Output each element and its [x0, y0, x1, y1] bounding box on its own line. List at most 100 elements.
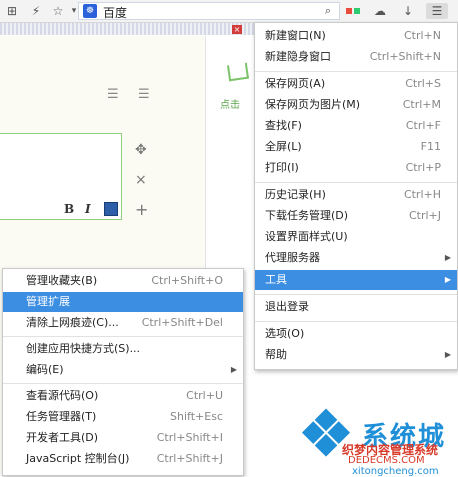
menu-label: 设置界面样式(U): [265, 230, 348, 243]
watermark-line2: DEDECMS.COM: [348, 455, 425, 466]
menu-label: 开发者工具(D): [26, 431, 99, 444]
tools-clear-history[interactable]: 清除上网痕迹(C)... Ctrl+Shift+Del: [3, 313, 243, 333]
menu-help[interactable]: 帮助 ▶: [255, 345, 457, 365]
green-hint-text: 点击: [220, 100, 240, 111]
tools-js-console[interactable]: JavaScript 控制台(J) Ctrl+Shift+J: [3, 449, 243, 469]
menu-shortcut: F11: [420, 140, 441, 153]
address-text: 百度: [103, 6, 128, 20]
watermark: 系统城 织梦内容管理系统 DEDECMS.COM xitongcheng.com: [300, 408, 458, 477]
menu-separator: [255, 71, 457, 72]
menu-shortcut: Ctrl+F: [405, 119, 441, 132]
submenu-arrow-icon: ▶: [444, 253, 451, 262]
menu-new-incognito[interactable]: 新建隐身窗口 Ctrl+Shift+N: [255, 47, 457, 67]
menu-print[interactable]: 打印(I) Ctrl+P: [255, 158, 457, 178]
star-icon[interactable]: ☆: [50, 3, 66, 19]
menu-shortcut: Shift+Esc: [170, 410, 223, 423]
menu-interface-style[interactable]: 设置界面样式(U): [255, 227, 457, 247]
menu-options[interactable]: 选项(O): [255, 324, 457, 344]
menu-label: 管理扩展: [26, 295, 70, 308]
menu-label: 清除上网痕迹(C)...: [26, 316, 119, 329]
tools-encoding[interactable]: 编码(E) ▶: [3, 360, 243, 380]
menu-save-page[interactable]: 保存网页(A) Ctrl+S: [255, 74, 457, 94]
menu-label: 新建窗口(N): [265, 29, 326, 42]
menu-proxy[interactable]: 代理服务器 ▶: [255, 248, 457, 268]
ordered-list-icon[interactable]: ☰: [107, 87, 119, 102]
menu-shortcut: Ctrl+Shift+I: [156, 431, 223, 444]
menu-fullscreen[interactable]: 全屏(L) F11: [255, 137, 457, 157]
menu-label: 保存网页为图片(M): [265, 98, 361, 111]
main-menu: 新建窗口(N) Ctrl+N 新建隐身窗口 Ctrl+Shift+N 保存网页(…: [254, 22, 458, 370]
menu-label: 查看源代码(O): [26, 389, 99, 402]
flash-icon[interactable]: ⚡: [28, 3, 44, 19]
menu-label: 帮助: [265, 348, 287, 361]
apps-grid-icon[interactable]: ⊞: [4, 3, 20, 19]
tools-developer-tools[interactable]: 开发者工具(D) Ctrl+Shift+I: [3, 428, 243, 448]
menu-shortcut: Ctrl+U: [186, 389, 223, 402]
menu-label: 编码(E): [26, 363, 64, 376]
menu-save-as-image[interactable]: 保存网页为图片(M) Ctrl+M: [255, 95, 457, 115]
menu-tools[interactable]: 工具 ▶: [255, 270, 457, 290]
address-bar[interactable]: ☸ 百度 ⌕: [78, 2, 340, 20]
menu-shortcut: Ctrl+Shift+N: [369, 50, 441, 63]
menu-label: 全屏(L): [265, 140, 302, 153]
italic-button[interactable]: I: [85, 202, 91, 216]
menu-shortcut: Ctrl+M: [402, 98, 441, 111]
menu-history[interactable]: 历史记录(H) Ctrl+H: [255, 185, 457, 205]
tools-create-shortcut[interactable]: 创建应用快捷方式(S)...: [3, 339, 243, 359]
menu-separator: [3, 383, 243, 384]
menu-shortcut: Ctrl+Shift+Del: [141, 316, 223, 329]
menu-separator: [255, 321, 457, 322]
save-disk-icon[interactable]: [104, 202, 118, 216]
menu-label: 管理收藏夹(B): [26, 274, 98, 287]
tools-submenu: 管理收藏夹(B) Ctrl+Shift+O 管理扩展 清除上网痕迹(C)... …: [2, 268, 244, 476]
menu-shortcut: Ctrl+J: [408, 209, 441, 222]
move-icon[interactable]: ✥: [135, 142, 147, 158]
menu-shortcut: Ctrl+S: [405, 77, 441, 90]
baidu-paw-icon: ☸: [83, 4, 97, 18]
submenu-arrow-icon: ▶: [230, 365, 237, 374]
menu-separator: [255, 294, 457, 295]
menu-label: 退出登录: [265, 300, 309, 313]
tools-task-manager[interactable]: 任务管理器(T) Shift+Esc: [3, 407, 243, 427]
menu-icon[interactable]: ☰: [426, 3, 448, 19]
close-tab-icon[interactable]: ×: [232, 25, 242, 34]
close-icon[interactable]: ×: [135, 172, 147, 188]
menu-shortcut: Ctrl+Shift+O: [151, 274, 223, 287]
search-icon[interactable]: ⌕: [321, 4, 335, 18]
menu-shortcut: Ctrl+N: [403, 29, 441, 42]
menu-label: JavaScript 控制台(J): [26, 452, 130, 465]
menu-label: 保存网页(A): [265, 77, 326, 90]
tools-manage-extensions[interactable]: 管理扩展: [3, 292, 243, 312]
download-arrow-icon[interactable]: ↓: [400, 3, 416, 19]
tools-view-source[interactable]: 查看源代码(O) Ctrl+U: [3, 386, 243, 406]
menu-label: 查找(F): [265, 119, 302, 132]
menu-label: 选项(O): [265, 327, 305, 340]
menu-logout[interactable]: 退出登录: [255, 297, 457, 317]
menu-label: 下载任务管理(D): [265, 209, 349, 222]
menu-label: 代理服务器: [265, 251, 320, 264]
menu-new-window[interactable]: 新建窗口(N) Ctrl+N: [255, 26, 457, 46]
submenu-arrow-icon: ▶: [444, 275, 451, 284]
submenu-arrow-icon: ▶: [444, 350, 451, 359]
green-logo-icon: [226, 62, 250, 82]
menu-label: 新建隐身窗口: [265, 50, 331, 63]
add-icon[interactable]: +: [135, 200, 148, 219]
menu-label: 创建应用快捷方式(S)...: [26, 342, 141, 355]
browser-toolbar: ⊞ ⚡ ☆ ▾ ☸ 百度 ⌕ ☁ ↓ ☰: [0, 0, 458, 23]
menu-find[interactable]: 查找(F) Ctrl+F: [255, 116, 457, 136]
menu-label: 工具: [265, 273, 287, 286]
menu-shortcut: Ctrl+Shift+J: [156, 452, 223, 465]
menu-shortcut: Ctrl+H: [403, 188, 441, 201]
bold-button[interactable]: B: [64, 202, 74, 216]
watermark-line3: xitongcheng.com: [352, 466, 439, 477]
menu-downloads[interactable]: 下载任务管理(D) Ctrl+J: [255, 206, 457, 226]
menu-label: 历史记录(H): [265, 188, 326, 201]
tools-manage-bookmarks[interactable]: 管理收藏夹(B) Ctrl+Shift+O: [3, 271, 243, 291]
colorful-squares-icon[interactable]: [345, 3, 361, 19]
menu-label: 任务管理器(T): [26, 410, 97, 423]
menu-separator: [255, 182, 457, 183]
unordered-list-icon[interactable]: ☰: [138, 87, 150, 102]
cloud-icon[interactable]: ☁: [372, 3, 388, 19]
menu-label: 打印(I): [265, 161, 299, 174]
menu-separator: [3, 336, 243, 337]
